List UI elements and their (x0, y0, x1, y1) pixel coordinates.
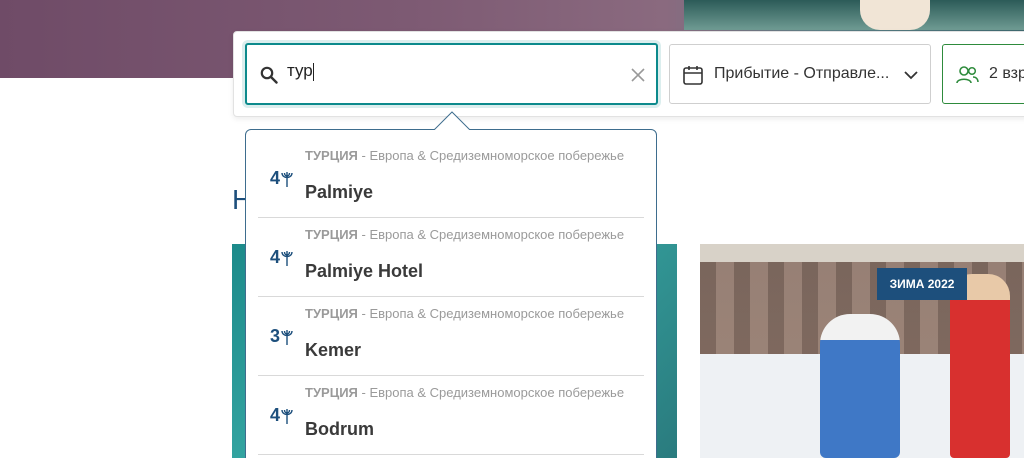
suggestion-region: - Европа & Средиземноморское побережье (357, 227, 625, 242)
page: Н ЗИМА 2022 тур Прибытие - Отправле... 2… (0, 0, 1024, 458)
season-badge: ЗИМА 2022 (877, 268, 967, 300)
trident-icon (281, 408, 293, 424)
suggestion-region: - Европа & Средиземноморское побережье (357, 385, 625, 400)
card-photo-instructor (950, 274, 1010, 458)
suggestion-location: ТУРЦИЯ - Европа & Средиземноморское побе… (305, 149, 635, 162)
trident-icon (281, 171, 293, 187)
suggestion-item[interactable]: 4 ТУРЦИЯ - Европа & Средиземноморское по… (258, 219, 644, 297)
trident-count: 3 (270, 326, 280, 346)
card-photo-child-skier (820, 314, 900, 458)
search-input-value: тур (287, 61, 313, 80)
suggestion-region: - Европа & Средиземноморское побережье (357, 306, 625, 321)
chevron-down-icon (904, 71, 918, 80)
trident-rating: 4 (270, 405, 294, 426)
trident-icon (281, 329, 293, 345)
trident-rating: 4 (270, 168, 294, 189)
suggestion-item[interactable]: 3 ТУРЦИЯ - Европа & Средиземноморское по… (258, 298, 644, 376)
suggestion-item[interactable]: 4 ТУРЦИЯ - Европа & Средиземноморское по… (258, 140, 644, 218)
destination-search-field[interactable]: тур (245, 43, 658, 105)
search-suggestions-dropdown: 4 ТУРЦИЯ - Европа & Средиземноморское по… (245, 129, 657, 458)
trident-count: 4 (270, 405, 280, 425)
trident-rating: 3 (270, 326, 294, 347)
dates-label: Прибытие - Отправле... (714, 65, 890, 82)
guests-selector[interactable]: 2 взр (942, 44, 1024, 104)
suggestion-country: ТУРЦИЯ (305, 148, 358, 163)
suggestion-region: - Европа & Средиземноморское побережье (357, 148, 625, 163)
search-input[interactable]: тур (287, 61, 617, 89)
suggestion-location: ТУРЦИЯ - Европа & Средиземноморское побе… (305, 386, 635, 399)
trident-count: 4 (270, 247, 280, 267)
suggestion-name: Palmiye Hotel (305, 261, 424, 281)
dates-selector[interactable]: Прибытие - Отправле... (669, 44, 931, 104)
suggestion-country: ТУРЦИЯ (305, 385, 358, 400)
suggestion-name: Kemer (305, 340, 362, 360)
suggestion-name: Palmiye (305, 182, 374, 202)
search-icon (260, 66, 278, 84)
guests-label: 2 взр (989, 65, 1024, 82)
hero-photo (684, 0, 1024, 30)
suggestion-country: ТУРЦИЯ (305, 227, 358, 242)
users-icon (956, 66, 979, 84)
suggestion-name: Bodrum (305, 419, 374, 439)
suggestion-country: ТУРЦИЯ (305, 306, 358, 321)
calendar-icon (683, 66, 703, 85)
suggestion-location: ТУРЦИЯ - Европа & Средиземноморское побе… (305, 307, 635, 320)
trident-count: 4 (270, 168, 280, 188)
close-icon[interactable] (630, 67, 646, 83)
hero-figure (860, 0, 930, 30)
suggestion-item[interactable]: 4 ТУРЦИЯ - Европа & Средиземноморское по… (258, 377, 644, 455)
resort-card-right[interactable] (700, 244, 1024, 458)
card-photo-roof (700, 244, 1024, 262)
suggestion-location: ТУРЦИЯ - Европа & Средиземноморское побе… (305, 228, 635, 241)
trident-rating: 4 (270, 247, 294, 268)
text-caret (312, 62, 314, 81)
trident-icon (281, 250, 293, 266)
dropdown-pointer (434, 111, 470, 130)
